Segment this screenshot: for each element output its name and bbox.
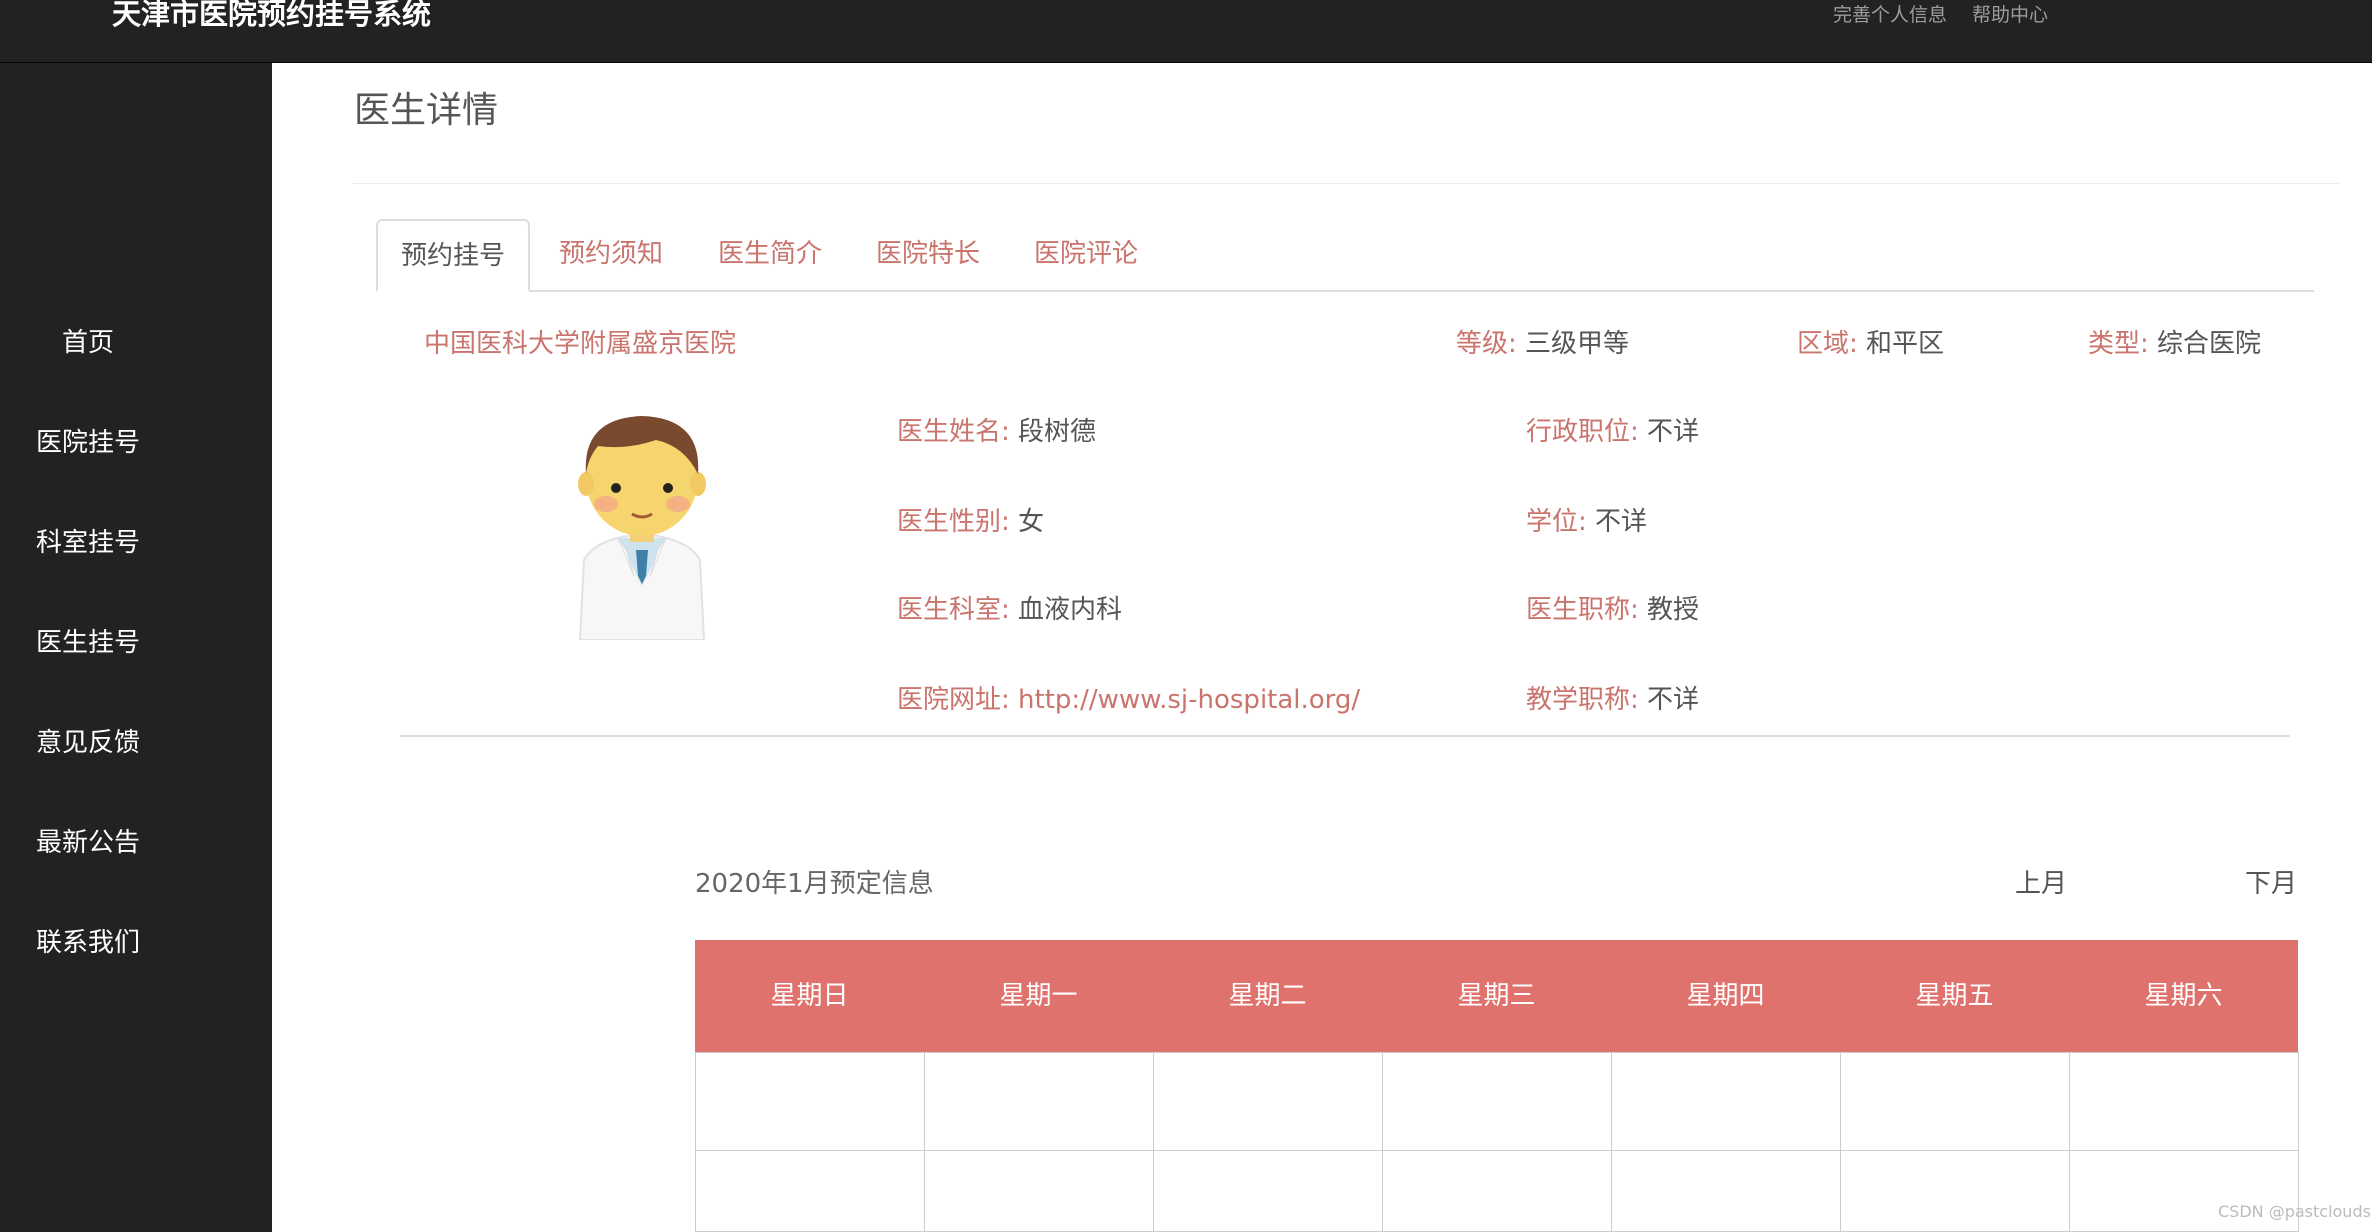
doctor-name-value: 段树德: [1018, 417, 1097, 447]
calendar-cell[interactable]: [695, 1150, 925, 1232]
calendar-cell[interactable]: [1382, 1150, 1612, 1232]
next-month-button[interactable]: 下月: [2245, 866, 2297, 902]
calendar-cell[interactable]: [1840, 1150, 2070, 1232]
calendar-cell[interactable]: [1382, 1052, 1612, 1151]
help-center-link[interactable]: 帮助中心: [1972, 3, 2048, 27]
type-value: 综合医院: [2157, 329, 2262, 359]
doctor-gender-value: 女: [1018, 507, 1045, 537]
weekday-wednesday: 星期三: [1457, 981, 1536, 1011]
sidebar-item-doctor-registration[interactable]: 医生挂号: [0, 623, 176, 663]
sidebar-item-home[interactable]: 首页: [0, 323, 176, 363]
hospital-region: 区域: 和平区: [1797, 326, 1944, 362]
hospital-grade: 等级: 三级甲等: [1456, 326, 1629, 362]
sidebar: 首页 医院挂号 科室挂号 医生挂号 意见反馈 最新公告 联系我们: [0, 63, 272, 1232]
hospital-website-row: 医院网址: http://www.sj-hospital.org/: [897, 682, 1360, 718]
type-label: 类型:: [2088, 329, 2149, 359]
calendar-title: 2020年1月预定信息: [695, 869, 934, 899]
sidebar-item-announcements[interactable]: 最新公告: [0, 823, 176, 863]
complete-profile-link[interactable]: 完善个人信息: [1833, 3, 1947, 27]
previous-month-button[interactable]: 上月: [2015, 866, 2067, 902]
admin-position-value: 不详: [1647, 417, 1700, 447]
site-brand[interactable]: 天津市医院预约挂号系统: [112, 0, 431, 32]
calendar-cell[interactable]: [924, 1052, 1154, 1151]
detail-tabs: 预约挂号 预约须知 医生简介 医院特长 医院评论: [376, 219, 2314, 292]
calendar-header-row: 星期日 星期一 星期二 星期三 星期四 星期五 星期六: [695, 940, 2298, 1052]
admin-position-row: 行政职位: 不详: [1526, 414, 1699, 450]
doctor-gender-row: 医生性别: 女: [897, 504, 1044, 540]
calendar-cell[interactable]: [1611, 1150, 1841, 1232]
tab-hospital-reviews[interactable]: 医院评论: [1034, 219, 1138, 290]
doctor-name-row: 医生姓名: 段树德: [897, 414, 1096, 450]
tab-hospital-specialty[interactable]: 医院特长: [876, 219, 980, 290]
doctor-dept-row: 医生科室: 血液内科: [897, 592, 1122, 628]
sidebar-item-department-registration[interactable]: 科室挂号: [0, 523, 176, 563]
doctor-dept-value: 血液内科: [1018, 595, 1123, 625]
calendar-cell[interactable]: [695, 1052, 925, 1151]
page-title: 医生详情: [354, 90, 499, 131]
teaching-title-row: 教学职称: 不详: [1526, 682, 1699, 718]
hospital-website-link[interactable]: http://www.sj-hospital.org/: [1018, 685, 1360, 715]
tab-appointment-notice[interactable]: 预约须知: [559, 219, 663, 290]
degree-label: 学位:: [1526, 507, 1587, 537]
doctor-dept-label: 医生科室:: [897, 595, 1010, 625]
teaching-title-value: 不详: [1647, 685, 1700, 715]
weekday-thursday: 星期四: [1686, 981, 1765, 1011]
calendar-cell[interactable]: [2069, 1052, 2299, 1151]
top-navbar: 天津市医院预约挂号系统 完善个人信息 帮助中心: [0, 0, 2372, 63]
teaching-title-label: 教学职称:: [1526, 685, 1639, 715]
weekday-friday: 星期五: [1915, 981, 1994, 1011]
hospital-name-link[interactable]: 中国医科大学附属盛京医院: [424, 326, 736, 362]
doctor-name-label: 医生姓名:: [897, 417, 1010, 447]
weekday-saturday: 星期六: [2144, 981, 2223, 1011]
calendar-grid: [695, 1052, 2299, 1232]
doctor-title-label: 医生职称:: [1526, 595, 1639, 625]
weekday-monday: 星期一: [999, 981, 1078, 1011]
doctor-gender-label: 医生性别:: [897, 507, 1010, 537]
region-value: 和平区: [1866, 329, 1945, 359]
region-label: 区域:: [1797, 329, 1858, 359]
grade-value: 三级甲等: [1525, 329, 1630, 359]
degree-value: 不详: [1595, 507, 1648, 537]
grade-label: 等级:: [1456, 329, 1517, 359]
calendar-cell[interactable]: [1153, 1052, 1383, 1151]
watermark: CSDN @pastclouds: [2218, 1202, 2371, 1221]
tab-appointment[interactable]: 预约挂号: [376, 219, 530, 292]
weekday-tuesday: 星期二: [1228, 981, 1307, 1011]
admin-position-label: 行政职位:: [1526, 417, 1639, 447]
calendar-cell[interactable]: [1840, 1052, 2070, 1151]
doctor-title-row: 医生职称: 教授: [1526, 592, 1699, 628]
hospital-type: 类型: 综合医院: [2088, 326, 2261, 362]
calendar-cell[interactable]: [1611, 1052, 1841, 1151]
hospital-website-label: 医院网址:: [897, 685, 1010, 715]
doctor-avatar: [578, 416, 706, 640]
title-divider: [352, 183, 2340, 184]
sidebar-item-contact-us[interactable]: 联系我们: [0, 923, 176, 963]
calendar-cell[interactable]: [1153, 1150, 1383, 1232]
info-divider: [400, 735, 2290, 737]
tab-doctor-intro[interactable]: 医生简介: [718, 219, 822, 290]
degree-row: 学位: 不详: [1526, 504, 1647, 540]
weekday-sunday: 星期日: [770, 981, 849, 1011]
doctor-title-value: 教授: [1647, 595, 1700, 625]
sidebar-item-hospital-registration[interactable]: 医院挂号: [0, 423, 176, 463]
calendar-cell[interactable]: [924, 1150, 1154, 1232]
sidebar-item-feedback[interactable]: 意见反馈: [0, 723, 176, 763]
